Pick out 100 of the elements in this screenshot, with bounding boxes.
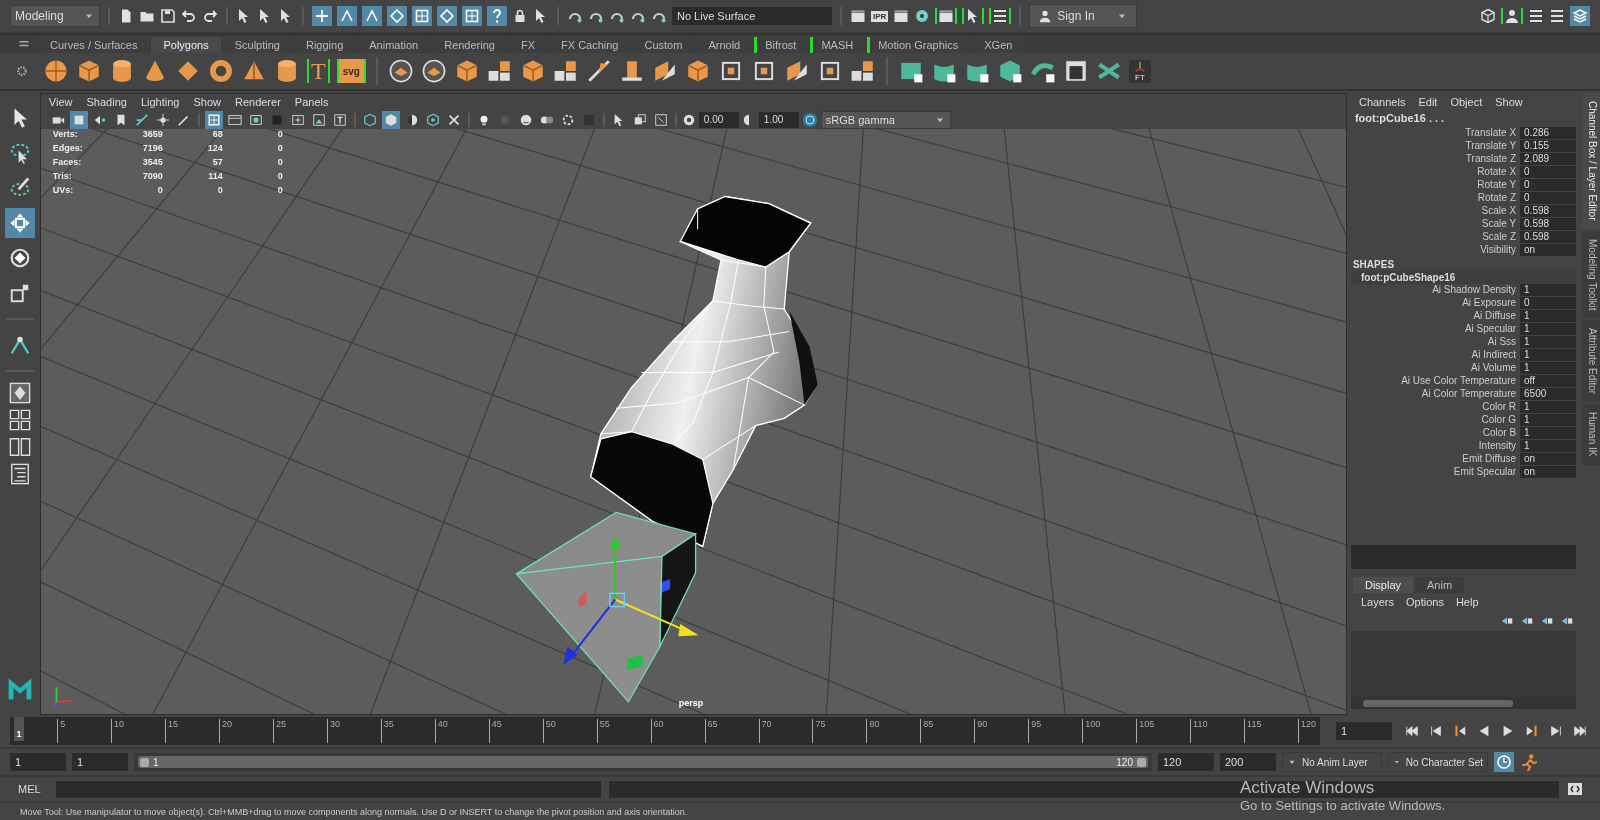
viewport-tool-button[interactable] [204, 110, 223, 129]
snap-button[interactable] [412, 6, 432, 26]
outliner-icon[interactable] [8, 463, 31, 485]
menu-item[interactable]: Panels [294, 96, 329, 108]
squares-icon[interactable] [486, 58, 513, 84]
snap-button[interactable] [487, 6, 507, 26]
menu-item[interactable]: Object [1450, 96, 1483, 108]
channel-value-field[interactable]: 0.598 [1520, 205, 1577, 217]
channel-label[interactable]: Ai Sss [1350, 336, 1517, 348]
cursor-icon[interactable] [962, 8, 985, 24]
channel-label[interactable]: Emit Specular [1350, 466, 1517, 478]
squares-icon[interactable] [552, 58, 579, 84]
channel-label[interactable]: Ai Diffuse [1350, 310, 1517, 322]
disc-icon[interactable] [420, 58, 447, 84]
channel-label[interactable]: Scale Z [1350, 231, 1517, 243]
current-frame-field[interactable]: 1 [1336, 722, 1392, 740]
channel-label[interactable]: Scale X [1350, 205, 1517, 217]
channel-label[interactable]: Emit Diffuse [1350, 453, 1517, 465]
channel-value-field[interactable]: 0.598 [1520, 231, 1577, 243]
torus-icon[interactable] [208, 58, 234, 84]
menu-item[interactable]: Layers [1360, 595, 1394, 608]
start-frame-field[interactable]: 1 [10, 753, 66, 771]
snap-button[interactable] [337, 6, 357, 26]
anim-layer-dropdown[interactable]: No Anim Layer [1282, 752, 1382, 772]
playback-end-field[interactable]: 120 [1158, 753, 1214, 771]
current-frame-marker[interactable]: 1 [14, 717, 24, 741]
end-frame-field[interactable]: 200 [1220, 753, 1276, 771]
channel-label[interactable]: Ai Use Color Temperature [1350, 375, 1517, 387]
aperture-icon[interactable] [681, 112, 696, 127]
menu-item[interactable]: Shading [86, 96, 127, 108]
menu-item[interactable]: Edit [1418, 96, 1438, 108]
channel-label[interactable]: Ai Indirect [1350, 349, 1517, 361]
menu-item[interactable]: Lighting [140, 96, 180, 108]
snap-button[interactable] [362, 6, 382, 26]
side-tab[interactable]: Channel Box / Layer Editor [1582, 93, 1600, 229]
cube-icon[interactable] [1480, 8, 1496, 24]
scrollbar[interactable] [1350, 697, 1577, 709]
layout-icon[interactable] [8, 409, 31, 431]
viewport-tool-button[interactable] [69, 110, 88, 129]
language-label[interactable]: MEL [18, 783, 48, 795]
menu-item[interactable]: Help [1455, 595, 1479, 608]
redo-icon[interactable] [202, 8, 218, 24]
channel-value-field[interactable]: 0 [1520, 192, 1577, 204]
exposure-field[interactable]: 0.00 [698, 111, 739, 128]
channel-value-field[interactable]: 0 [1520, 179, 1577, 191]
channel-label[interactable]: Ai Color Temperature [1350, 388, 1517, 400]
channel-value-field[interactable]: 6500 [1520, 388, 1577, 400]
channel-value-field[interactable]: 1 [1520, 427, 1577, 439]
channel-value-field[interactable]: 1 [1520, 414, 1577, 426]
channel-value-field[interactable]: 0.286 [1520, 127, 1577, 139]
channel-label[interactable]: Visibility [1350, 244, 1517, 256]
shape-name[interactable]: foot:pCubeShape16 [1350, 271, 1577, 284]
channel-label[interactable]: Ai Volume [1350, 362, 1517, 374]
channel-value-field[interactable]: 1 [1520, 401, 1577, 413]
list-icon[interactable] [989, 8, 1012, 24]
menu-item[interactable]: Show [193, 96, 221, 108]
layout-icon[interactable] [8, 382, 31, 404]
color-space-dropdown[interactable]: sRGB gamma [820, 110, 951, 129]
channel-label[interactable]: Rotate X [1350, 166, 1517, 178]
undo-icon[interactable] [181, 8, 197, 24]
character-set-dropdown[interactable]: No Character Set [1388, 752, 1488, 772]
disc-icon[interactable] [914, 8, 931, 24]
channel-label[interactable]: Intensity [1350, 440, 1517, 452]
channel-value-field[interactable]: 1 [1520, 349, 1577, 361]
layer-tab[interactable]: Display [1352, 576, 1413, 593]
channel-value-field[interactable]: 0 [1520, 166, 1577, 178]
channel-value-field[interactable]: 1 [1520, 284, 1577, 296]
person-icon[interactable] [1501, 8, 1523, 24]
list-icon[interactable] [1549, 8, 1565, 24]
channel-label[interactable]: Scale Y [1350, 218, 1517, 230]
tool-button[interactable] [4, 208, 35, 238]
auto-key-button[interactable] [1494, 752, 1514, 772]
clapper-icon[interactable] [893, 8, 910, 24]
render-button[interactable]: IPR [871, 10, 889, 22]
channel-label[interactable]: Ai Specular [1350, 323, 1517, 335]
live-surface-field[interactable]: No Live Surface [672, 7, 832, 25]
channel-label[interactable]: Ai Shadow Density [1350, 284, 1517, 296]
menu-item[interactable]: Options [1405, 595, 1444, 608]
script-editor-icon[interactable] [1567, 781, 1583, 797]
snap-button[interactable] [437, 6, 457, 26]
channel-label[interactable]: Ai Exposure [1350, 297, 1517, 309]
channel-value-field[interactable]: 0 [1520, 297, 1577, 309]
channel-value-field[interactable]: 0.155 [1520, 140, 1577, 152]
channel-label[interactable]: Translate Z [1350, 153, 1517, 165]
channel-label[interactable]: Color G [1350, 414, 1517, 426]
list-icon[interactable] [1528, 8, 1544, 24]
channel-value-field[interactable]: 1 [1520, 310, 1577, 322]
range-slider[interactable]: 1 120 [138, 756, 1148, 768]
channel-value-field[interactable]: off [1520, 375, 1577, 387]
text-tool-icon[interactable]: svg [336, 59, 366, 83]
channel-value-field[interactable]: on [1520, 453, 1577, 465]
channel-label[interactable]: Rotate Y [1350, 179, 1517, 191]
channel-value-field[interactable]: 1 [1520, 336, 1577, 348]
channel-value-field[interactable]: on [1520, 466, 1577, 478]
channel-value-field[interactable]: 1 [1520, 323, 1577, 335]
clapper-icon[interactable] [850, 8, 866, 24]
channel-value-field[interactable]: on [1520, 244, 1577, 256]
viewport-tool-button[interactable] [381, 110, 400, 129]
channel-label[interactable]: Rotate Z [1350, 192, 1517, 204]
snap-button[interactable] [462, 6, 482, 26]
